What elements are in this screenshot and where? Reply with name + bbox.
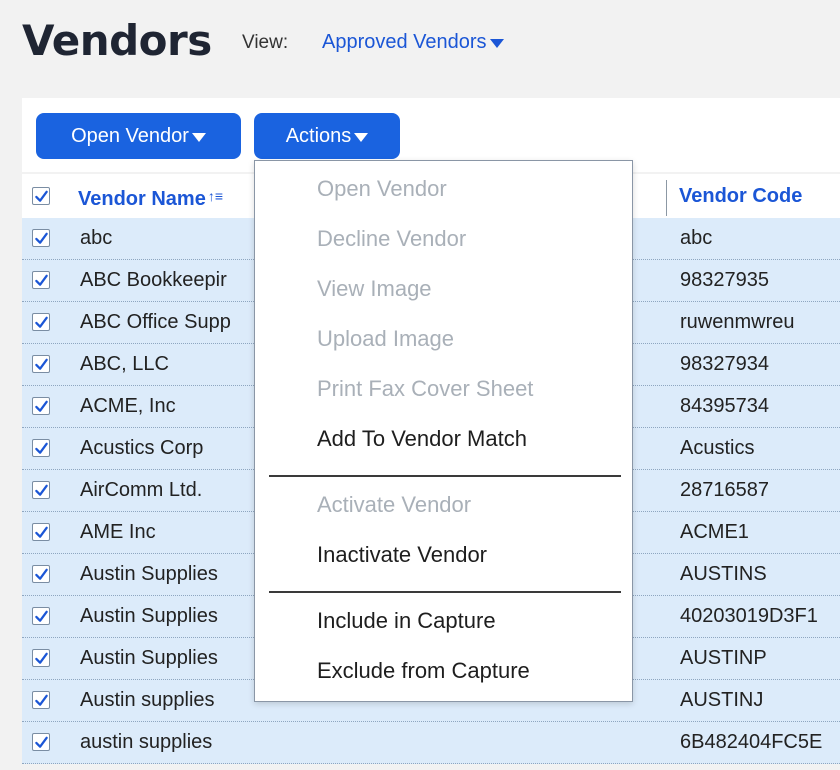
vendor-code-cell: abc <box>680 227 713 249</box>
vendor-name-cell: ABC Bookkeepir <box>80 269 227 291</box>
vendor-name-cell: ABC, LLC <box>80 353 169 375</box>
checkmark-icon <box>34 736 48 748</box>
vendor-code-cell: AUSTINJ <box>680 689 764 711</box>
vendor-name-cell: Acustics Corp <box>80 437 204 459</box>
chevron-down-icon <box>191 132 206 142</box>
vendor-name-cell: Austin supplies <box>80 689 215 711</box>
vendor-code-cell: 6B482404FC5E <box>680 731 823 753</box>
vendor-name-cell: ABC Office Supp <box>80 311 231 333</box>
view-select-value: Approved Vendors <box>322 31 487 53</box>
row-checkbox[interactable] <box>32 313 50 331</box>
column-header-vendor-code[interactable]: Vendor Code <box>679 174 802 218</box>
vendor-code-cell: ACME1 <box>680 521 749 543</box>
vendor-code-cell: 40203019D3F1 <box>680 605 818 627</box>
checkmark-icon <box>34 316 48 328</box>
vendor-code-cell: 84395734 <box>680 395 769 417</box>
table-row[interactable]: austin supplies 6B482404FC5E <box>22 722 840 764</box>
menu-item-include-in-capture[interactable]: Include in Capture <box>317 608 496 634</box>
menu-item-add-to-vendor-match[interactable]: Add To Vendor Match <box>317 426 527 452</box>
checkmark-icon <box>34 568 48 580</box>
row-checkbox[interactable] <box>32 481 50 499</box>
menu-item-inactivate-vendor[interactable]: Inactivate Vendor <box>317 542 487 568</box>
vendor-code-cell: 98327934 <box>680 353 769 375</box>
checkmark-icon <box>34 526 48 538</box>
actions-label: Actions <box>285 124 352 147</box>
vendor-name-cell: AirComm Ltd. <box>80 479 203 501</box>
vendor-name-cell: abc <box>80 227 113 249</box>
column-resize-handle[interactable] <box>666 180 667 216</box>
row-checkbox[interactable] <box>32 565 50 583</box>
menu-item-upload-image[interactable]: Upload Image <box>317 326 454 352</box>
checkmark-icon <box>34 652 48 664</box>
column-header-vendor-name-label: Vendor Name <box>78 188 206 210</box>
row-checkbox[interactable] <box>32 439 50 457</box>
menu-item-exclude-from-capture[interactable]: Exclude from Capture <box>317 658 530 684</box>
row-checkbox[interactable] <box>32 271 50 289</box>
vendor-name-cell: austin supplies <box>80 731 213 753</box>
vendor-code-cell: ruwenmwreu <box>680 311 795 333</box>
menu-item-open-vendor[interactable]: Open Vendor <box>317 176 447 202</box>
row-checkbox[interactable] <box>32 607 50 625</box>
checkmark-icon <box>34 610 48 622</box>
vendor-name-cell: Austin Supplies <box>80 563 218 585</box>
vendor-code-cell: AUSTINS <box>680 563 767 585</box>
checkmark-icon <box>34 190 48 202</box>
vendor-name-cell: Austin Supplies <box>80 605 218 627</box>
menu-divider <box>269 475 621 477</box>
menu-item-decline-vendor[interactable]: Decline Vendor <box>317 226 466 252</box>
row-checkbox[interactable] <box>32 649 50 667</box>
row-checkbox[interactable] <box>32 733 50 751</box>
page-title: Vendors <box>22 16 212 65</box>
checkmark-icon <box>34 400 48 412</box>
checkmark-icon <box>34 274 48 286</box>
checkmark-icon <box>34 358 48 370</box>
menu-item-print-fax-cover-sheet[interactable]: Print Fax Cover Sheet <box>317 376 533 402</box>
view-label: View: <box>242 32 289 53</box>
vendor-code-cell: 28716587 <box>680 479 769 501</box>
menu-divider <box>269 591 621 593</box>
sort-ascending-icon[interactable]: ↑≡ <box>208 188 223 204</box>
vendor-name-cell: ACME, Inc <box>80 395 176 417</box>
chevron-down-icon <box>489 39 504 48</box>
actions-dropdown-menu: Open Vendor Decline Vendor View Image Uploa… <box>254 160 633 702</box>
open-vendor-label: Open Vendor <box>71 124 189 147</box>
vendor-code-cell: 98327935 <box>680 269 769 291</box>
menu-item-activate-vendor[interactable]: Activate Vendor <box>317 492 471 518</box>
row-checkbox[interactable] <box>32 397 50 415</box>
vendor-name-cell: AME Inc <box>80 521 156 543</box>
checkmark-icon <box>34 694 48 706</box>
open-vendor-button[interactable]: Open Vendor <box>36 113 241 159</box>
checkmark-icon <box>34 442 48 454</box>
vendor-name-cell: Austin Supplies <box>80 647 218 669</box>
row-checkbox[interactable] <box>32 355 50 373</box>
row-checkbox[interactable] <box>32 523 50 541</box>
actions-button[interactable]: Actions <box>254 113 400 159</box>
chevron-down-icon <box>354 132 369 142</box>
select-all-checkbox[interactable] <box>32 187 50 205</box>
column-header-vendor-name[interactable]: Vendor Name ↑≡ <box>78 174 223 218</box>
view-select[interactable]: Approved Vendors <box>322 31 504 54</box>
row-checkbox[interactable] <box>32 229 50 247</box>
menu-item-view-image[interactable]: View Image <box>317 276 432 302</box>
checkmark-icon <box>34 232 48 244</box>
checkmark-icon <box>34 484 48 496</box>
vendor-code-cell: AUSTINP <box>680 647 767 669</box>
row-checkbox[interactable] <box>32 691 50 709</box>
vendor-code-cell: Acustics <box>680 437 755 459</box>
